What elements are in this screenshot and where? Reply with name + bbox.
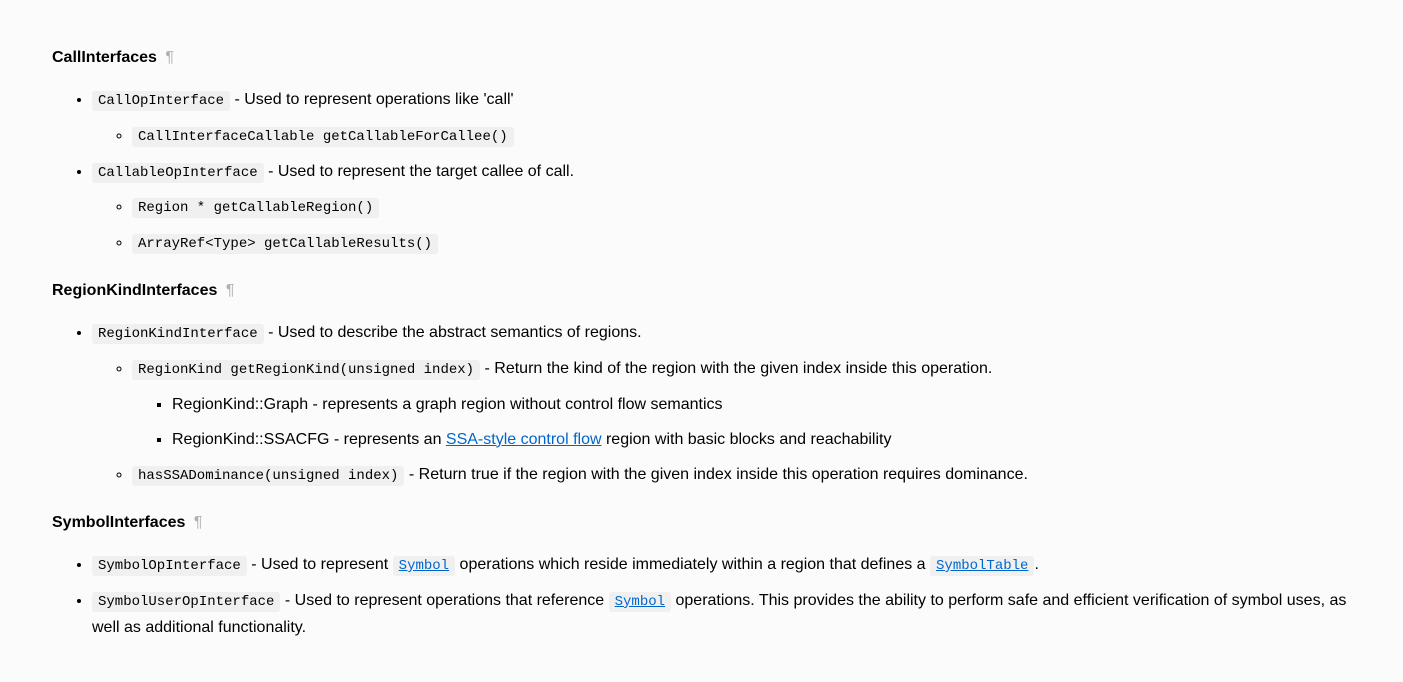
list-item: RegionKind getRegionKind(unsigned index)… bbox=[132, 355, 1351, 453]
heading-callinterfaces: CallInterfaces ¶ bbox=[52, 46, 1351, 70]
link-symbol[interactable]: Symbol bbox=[393, 556, 455, 573]
list-item: CallOpInterface - Used to represent oper… bbox=[92, 86, 1351, 150]
heading-text: SymbolInterfaces bbox=[52, 514, 185, 531]
pilcrow-icon[interactable]: ¶ bbox=[194, 514, 203, 531]
heading-symbolinterfaces: SymbolInterfaces ¶ bbox=[52, 511, 1351, 535]
text: region with basic blocks and reachabilit… bbox=[602, 431, 892, 448]
list-item: Region * getCallableRegion() bbox=[132, 193, 1351, 221]
code-getcallableforcallee: CallInterfaceCallable getCallableForCall… bbox=[132, 127, 514, 147]
list-item: RegionKind::SSACFG - represents an SSA-s… bbox=[172, 426, 1351, 453]
list-item: CallableOpInterface - Used to represent … bbox=[92, 158, 1351, 257]
link-symboltable[interactable]: SymbolTable bbox=[930, 556, 1034, 573]
code-callableopinterface: CallableOpInterface bbox=[92, 163, 264, 183]
code-hasssadominance: hasSSADominance(unsigned index) bbox=[132, 466, 404, 486]
heading-regionkindinterfaces: RegionKindInterfaces ¶ bbox=[52, 279, 1351, 303]
pilcrow-icon[interactable]: ¶ bbox=[226, 282, 235, 299]
text: - Used to describe the abstract semantic… bbox=[264, 324, 642, 341]
text: - Used to represent the target callee of… bbox=[264, 163, 574, 180]
code-getcallableresults: ArrayRef<Type> getCallableResults() bbox=[132, 234, 438, 254]
list-item: ArrayRef<Type> getCallableResults() bbox=[132, 229, 1351, 257]
code-getcallableregion: Region * getCallableRegion() bbox=[132, 198, 379, 218]
text: - Used to represent bbox=[247, 556, 393, 573]
code-symboluseropinterface: SymbolUserOpInterface bbox=[92, 592, 280, 612]
heading-text: CallInterfaces bbox=[52, 49, 157, 66]
list-item: SymbolOpInterface - Used to represent Sy… bbox=[92, 551, 1351, 579]
text: - Return true if the region with the giv… bbox=[404, 466, 1027, 483]
text: - Used to represent operations like 'cal… bbox=[230, 91, 514, 108]
text: - Return the kind of the region with the… bbox=[480, 360, 992, 377]
code-symbolopinterface: SymbolOpInterface bbox=[92, 556, 247, 576]
list-item: hasSSADominance(unsigned index) - Return… bbox=[132, 461, 1351, 489]
text: RegionKind::SSACFG - represents an bbox=[172, 431, 446, 448]
pilcrow-icon[interactable]: ¶ bbox=[165, 49, 174, 66]
code-symbol-link[interactable]: Symbol bbox=[393, 556, 455, 576]
list-regionkindinterfaces: RegionKindInterface - Used to describe t… bbox=[52, 319, 1351, 489]
list-callinterfaces: CallOpInterface - Used to represent oper… bbox=[52, 86, 1351, 257]
code-regionkindinterface: RegionKindInterface bbox=[92, 324, 264, 344]
heading-text: RegionKindInterfaces bbox=[52, 282, 217, 299]
code-symboltable-link[interactable]: SymbolTable bbox=[930, 556, 1034, 576]
list-symbolinterfaces: SymbolOpInterface - Used to represent Sy… bbox=[52, 551, 1351, 642]
code-symbol-link[interactable]: Symbol bbox=[609, 592, 671, 612]
list-item: SymbolUserOpInterface - Used to represen… bbox=[92, 587, 1351, 642]
text: operations which reside immediately with… bbox=[455, 556, 930, 573]
list-item: CallInterfaceCallable getCallableForCall… bbox=[132, 122, 1351, 150]
text: RegionKind::Graph - represents a graph r… bbox=[172, 396, 723, 413]
code-callopinterface: CallOpInterface bbox=[92, 91, 230, 111]
link-ssa-style-control-flow[interactable]: SSA-style control flow bbox=[446, 431, 602, 448]
list-item: RegionKindInterface - Used to describe t… bbox=[92, 319, 1351, 489]
code-getregionkind: RegionKind getRegionKind(unsigned index) bbox=[132, 360, 480, 380]
text: - Used to represent operations that refe… bbox=[280, 592, 608, 609]
text: . bbox=[1034, 556, 1038, 573]
list-item: RegionKind::Graph - represents a graph r… bbox=[172, 391, 1351, 418]
link-symbol[interactable]: Symbol bbox=[609, 592, 671, 609]
